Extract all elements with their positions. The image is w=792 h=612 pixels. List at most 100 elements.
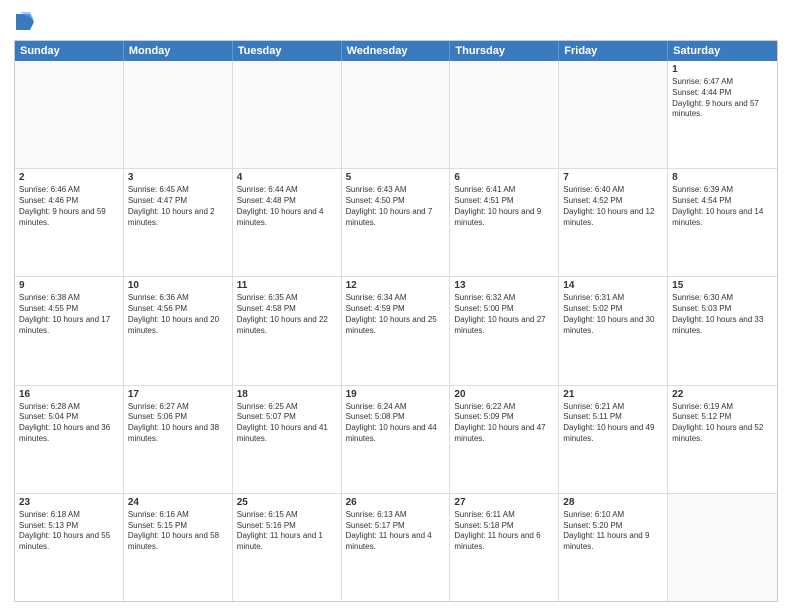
- header: [14, 10, 778, 34]
- day-cell-12: 12 Sunrise: 6:34 AM Sunset: 4:59 PM Dayli…: [342, 277, 451, 384]
- day-cell-1: 1 Sunrise: 6:47 AM Sunset: 4:44 PM Daylig…: [668, 61, 777, 168]
- day-number: 1: [672, 64, 773, 75]
- day-info: Sunrise: 6:22 AM Sunset: 5:09 PM Dayligh…: [454, 402, 554, 445]
- day-info: Sunrise: 6:18 AM Sunset: 5:13 PM Dayligh…: [19, 510, 119, 553]
- day-info: Sunrise: 6:28 AM Sunset: 5:04 PM Dayligh…: [19, 402, 119, 445]
- day-number: 18: [237, 389, 337, 400]
- day-info: Sunrise: 6:46 AM Sunset: 4:46 PM Dayligh…: [19, 185, 119, 228]
- day-info: Sunrise: 6:24 AM Sunset: 5:08 PM Dayligh…: [346, 402, 446, 445]
- day-cell-11: 11 Sunrise: 6:35 AM Sunset: 4:58 PM Dayli…: [233, 277, 342, 384]
- day-cell-6: 6 Sunrise: 6:41 AM Sunset: 4:51 PM Daylig…: [450, 169, 559, 276]
- day-cell-24: 24 Sunrise: 6:16 AM Sunset: 5:15 PM Dayli…: [124, 494, 233, 601]
- empty-cell: [668, 494, 777, 601]
- day-number: 2: [19, 172, 119, 183]
- day-info: Sunrise: 6:35 AM Sunset: 4:58 PM Dayligh…: [237, 293, 337, 336]
- day-cell-13: 13 Sunrise: 6:32 AM Sunset: 5:00 PM Dayli…: [450, 277, 559, 384]
- day-number: 14: [563, 280, 663, 291]
- day-cell-14: 14 Sunrise: 6:31 AM Sunset: 5:02 PM Dayli…: [559, 277, 668, 384]
- day-info: Sunrise: 6:47 AM Sunset: 4:44 PM Dayligh…: [672, 77, 773, 120]
- day-number: 20: [454, 389, 554, 400]
- day-number: 6: [454, 172, 554, 183]
- day-number: 16: [19, 389, 119, 400]
- day-info: Sunrise: 6:30 AM Sunset: 5:03 PM Dayligh…: [672, 293, 773, 336]
- day-cell-3: 3 Sunrise: 6:45 AM Sunset: 4:47 PM Daylig…: [124, 169, 233, 276]
- day-cell-26: 26 Sunrise: 6:13 AM Sunset: 5:17 PM Dayli…: [342, 494, 451, 601]
- calendar: SundayMondayTuesdayWednesdayThursdayFrid…: [14, 40, 778, 602]
- day-number: 25: [237, 497, 337, 508]
- day-cell-9: 9 Sunrise: 6:38 AM Sunset: 4:55 PM Daylig…: [15, 277, 124, 384]
- day-info: Sunrise: 6:41 AM Sunset: 4:51 PM Dayligh…: [454, 185, 554, 228]
- day-info: Sunrise: 6:40 AM Sunset: 4:52 PM Dayligh…: [563, 185, 663, 228]
- empty-cell: [124, 61, 233, 168]
- day-info: Sunrise: 6:11 AM Sunset: 5:18 PM Dayligh…: [454, 510, 554, 553]
- header-cell-tuesday: Tuesday: [233, 41, 342, 61]
- day-info: Sunrise: 6:13 AM Sunset: 5:17 PM Dayligh…: [346, 510, 446, 553]
- day-info: Sunrise: 6:31 AM Sunset: 5:02 PM Dayligh…: [563, 293, 663, 336]
- empty-cell: [342, 61, 451, 168]
- day-number: 7: [563, 172, 663, 183]
- day-cell-18: 18Sunrise: 6:25 AM Sunset: 5:07 PM Dayli…: [233, 386, 342, 493]
- calendar-body: 1 Sunrise: 6:47 AM Sunset: 4:44 PM Daylig…: [15, 61, 777, 601]
- day-number: 13: [454, 280, 554, 291]
- calendar-row-3: 16 Sunrise: 6:28 AM Sunset: 5:04 PM Dayli…: [15, 385, 777, 493]
- day-number: 5: [346, 172, 446, 183]
- day-cell-21: 21Sunrise: 6:21 AM Sunset: 5:11 PM Dayli…: [559, 386, 668, 493]
- day-number: 11: [237, 280, 337, 291]
- day-number: 9: [19, 280, 119, 291]
- day-cell-16: 16 Sunrise: 6:28 AM Sunset: 5:04 PM Dayli…: [15, 386, 124, 493]
- day-info: Sunrise: 6:38 AM Sunset: 4:55 PM Dayligh…: [19, 293, 119, 336]
- day-cell-10: 10 Sunrise: 6:36 AM Sunset: 4:56 PM Dayli…: [124, 277, 233, 384]
- day-info: Sunrise: 6:45 AM Sunset: 4:47 PM Dayligh…: [128, 185, 228, 228]
- calendar-header: SundayMondayTuesdayWednesdayThursdayFrid…: [15, 41, 777, 61]
- day-cell-5: 5 Sunrise: 6:43 AM Sunset: 4:50 PM Daylig…: [342, 169, 451, 276]
- day-cell-20: 20 Sunrise: 6:22 AM Sunset: 5:09 PM Dayli…: [450, 386, 559, 493]
- day-cell-2: 2 Sunrise: 6:46 AM Sunset: 4:46 PM Daylig…: [15, 169, 124, 276]
- calendar-row-2: 9 Sunrise: 6:38 AM Sunset: 4:55 PM Daylig…: [15, 276, 777, 384]
- day-info: Sunrise: 6:43 AM Sunset: 4:50 PM Dayligh…: [346, 185, 446, 228]
- day-info: Sunrise: 6:21 AM Sunset: 5:11 PM Dayligh…: [563, 402, 663, 445]
- day-number: 28: [563, 497, 663, 508]
- day-cell-25: 25 Sunrise: 6:15 AM Sunset: 5:16 PM Dayli…: [233, 494, 342, 601]
- calendar-row-4: 23 Sunrise: 6:18 AM Sunset: 5:13 PM Dayli…: [15, 493, 777, 601]
- day-info: Sunrise: 6:36 AM Sunset: 4:56 PM Dayligh…: [128, 293, 228, 336]
- day-number: 10: [128, 280, 228, 291]
- empty-cell: [15, 61, 124, 168]
- header-cell-saturday: Saturday: [668, 41, 777, 61]
- day-number: 24: [128, 497, 228, 508]
- day-number: 23: [19, 497, 119, 508]
- day-info: Sunrise: 6:44 AM Sunset: 4:48 PM Dayligh…: [237, 185, 337, 228]
- day-cell-23: 23 Sunrise: 6:18 AM Sunset: 5:13 PM Dayli…: [15, 494, 124, 601]
- day-number: 27: [454, 497, 554, 508]
- day-cell-19: 19Sunrise: 6:24 AM Sunset: 5:08 PM Dayli…: [342, 386, 451, 493]
- header-cell-monday: Monday: [124, 41, 233, 61]
- day-number: 26: [346, 497, 446, 508]
- empty-cell: [233, 61, 342, 168]
- day-info: Sunrise: 6:34 AM Sunset: 4:59 PM Dayligh…: [346, 293, 446, 336]
- day-info: Sunrise: 6:32 AM Sunset: 5:00 PM Dayligh…: [454, 293, 554, 336]
- day-cell-17: 17 Sunrise: 6:27 AM Sunset: 5:06 PM Dayli…: [124, 386, 233, 493]
- day-number: 3: [128, 172, 228, 183]
- empty-cell: [559, 61, 668, 168]
- day-info: Sunrise: 6:10 AM Sunset: 5:20 PM Dayligh…: [563, 510, 663, 553]
- day-info: Sunrise: 6:16 AM Sunset: 5:15 PM Dayligh…: [128, 510, 228, 553]
- logo: [14, 14, 34, 34]
- calendar-row-1: 2 Sunrise: 6:46 AM Sunset: 4:46 PM Daylig…: [15, 168, 777, 276]
- day-number: 4: [237, 172, 337, 183]
- day-number: 15: [672, 280, 773, 291]
- day-cell-28: 28 Sunrise: 6:10 AM Sunset: 5:20 PM Dayli…: [559, 494, 668, 601]
- calendar-row-0: 1 Sunrise: 6:47 AM Sunset: 4:44 PM Daylig…: [15, 61, 777, 168]
- day-cell-22: 22 Sunrise: 6:19 AM Sunset: 5:12 PM Dayli…: [668, 386, 777, 493]
- header-cell-friday: Friday: [559, 41, 668, 61]
- day-number: 8: [672, 172, 773, 183]
- day-info: Sunrise: 6:27 AM Sunset: 5:06 PM Dayligh…: [128, 402, 228, 445]
- page: SundayMondayTuesdayWednesdayThursdayFrid…: [0, 0, 792, 612]
- day-cell-4: 4 Sunrise: 6:44 AM Sunset: 4:48 PM Daylig…: [233, 169, 342, 276]
- day-number: 22: [672, 389, 773, 400]
- logo-icon: [16, 12, 34, 34]
- day-number: 17: [128, 389, 228, 400]
- day-cell-8: 8Sunrise: 6:39 AM Sunset: 4:54 PM Daylig…: [668, 169, 777, 276]
- day-number: 12: [346, 280, 446, 291]
- day-info: Sunrise: 6:19 AM Sunset: 5:12 PM Dayligh…: [672, 402, 773, 445]
- day-info: Sunrise: 6:15 AM Sunset: 5:16 PM Dayligh…: [237, 510, 337, 553]
- header-cell-wednesday: Wednesday: [342, 41, 451, 61]
